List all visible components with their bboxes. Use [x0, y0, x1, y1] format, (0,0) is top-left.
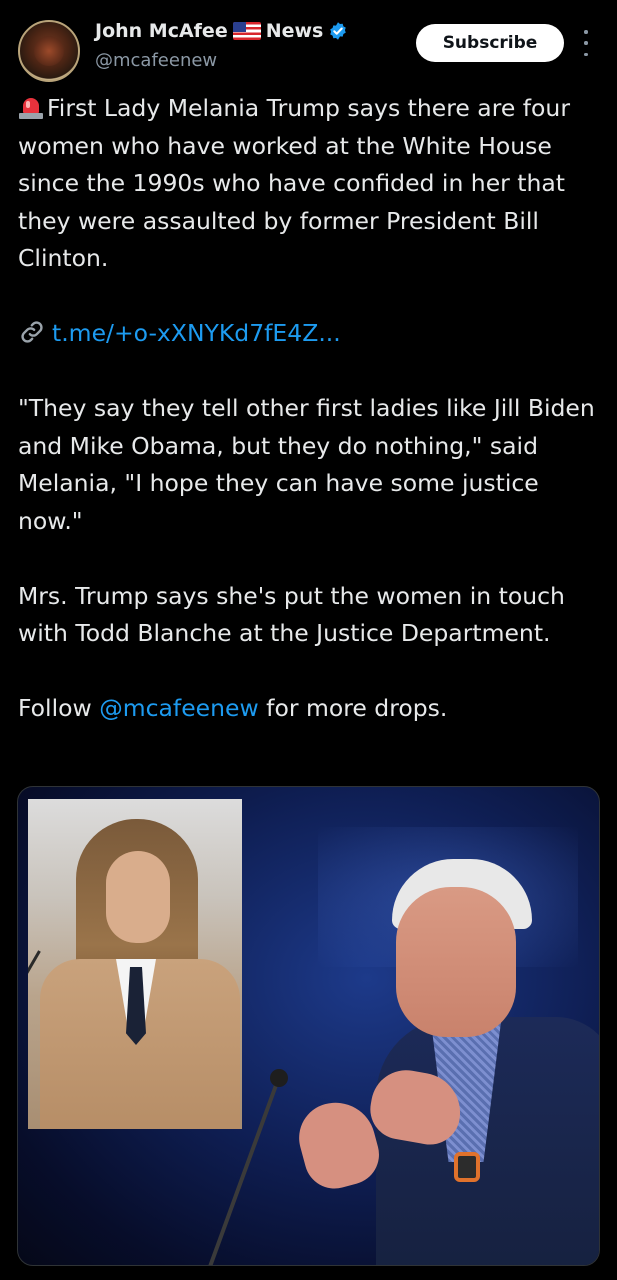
follow-paragraph: Follow @mcafeenew for more drops.	[18, 690, 603, 728]
subscribe-button[interactable]: Subscribe	[416, 24, 564, 62]
more-vertical-icon[interactable]	[579, 30, 593, 56]
follow-prefix: Follow	[18, 694, 92, 722]
post-header: John McAfee News @mcafeenew Subscribe	[0, 0, 617, 90]
avatar[interactable]	[18, 20, 80, 82]
podium-microphone-icon	[270, 1069, 288, 1087]
post-body: First Lady Melania Trump says there are …	[18, 90, 603, 728]
telegram-link[interactable]: t.me/+o-xXNYKd7fE4Z...	[52, 319, 341, 347]
link-paragraph: t.me/+o-xXNYKd7fE4Z...	[18, 315, 603, 353]
author-handle[interactable]: @mcafeenew	[95, 50, 217, 71]
post-media-image[interactable]	[17, 786, 600, 1266]
headline-paragraph: First Lady Melania Trump says there are …	[18, 90, 603, 278]
microphone-icon	[28, 950, 41, 1030]
author-name-suffix[interactable]: News	[266, 20, 324, 42]
link-icon	[21, 321, 43, 343]
mention-link[interactable]: @mcafeenew	[99, 694, 258, 722]
speaker-figure	[205, 847, 599, 1265]
watch-icon	[454, 1152, 480, 1182]
us-flag-icon	[232, 22, 261, 40]
headline-text: First Lady Melania Trump says there are …	[18, 94, 570, 272]
detail-paragraph: Mrs. Trump says she's put the women in t…	[18, 581, 565, 648]
follow-suffix: for more drops.	[266, 694, 448, 722]
verified-badge-icon	[328, 21, 348, 41]
author-display-name[interactable]: John McAfee	[95, 20, 228, 42]
author-name-row[interactable]: John McAfee News	[95, 20, 348, 42]
quote-paragraph: "They say they tell other first ladies l…	[18, 394, 595, 535]
rotating-light-icon	[18, 95, 44, 119]
inset-photo	[28, 799, 242, 1129]
